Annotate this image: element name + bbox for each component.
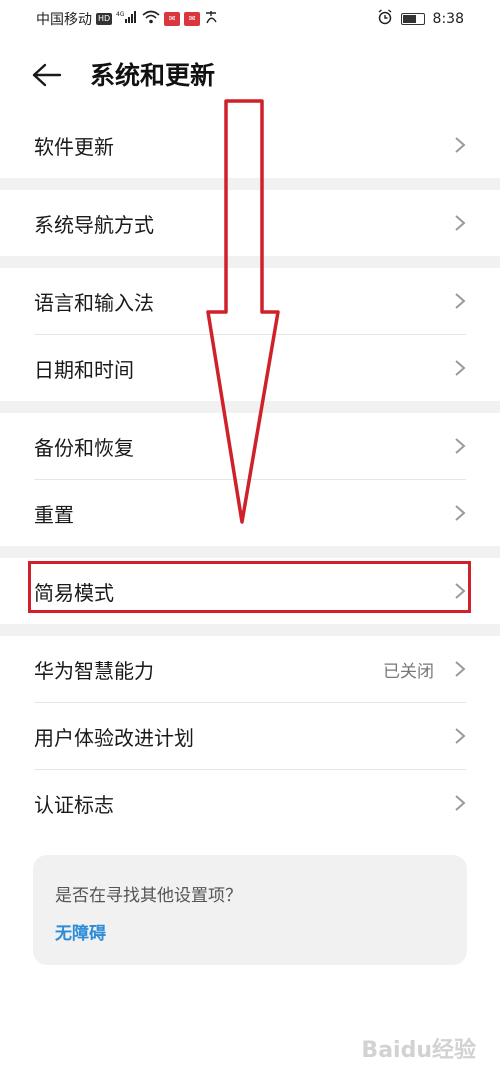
settings-list: 软件更新 系统导航方式 语言和输入法 日期和时间 备份和恢复 重置 简易模式 华为智慧能力 已关… bbox=[0, 112, 500, 836]
chevron-right-icon bbox=[455, 661, 466, 677]
status-time: 8:38 bbox=[432, 11, 464, 27]
app-notification-icon: ✉ bbox=[184, 12, 201, 26]
header: 系统和更新 bbox=[0, 40, 500, 110]
chevron-right-icon bbox=[455, 505, 466, 521]
settings-row-label: 重置 bbox=[34, 502, 74, 527]
status-bar: 中国移动 HD 4G ✉ ✉ 8:38 bbox=[0, 0, 500, 36]
settings-group: 简易模式 bbox=[0, 558, 500, 624]
settings-row[interactable]: 语言和输入法 bbox=[34, 268, 466, 334]
network-type: 4G bbox=[116, 11, 125, 18]
settings-row[interactable]: 用户体验改进计划 bbox=[34, 702, 466, 769]
wifi-icon bbox=[142, 10, 160, 28]
settings-row-label: 系统导航方式 bbox=[34, 212, 154, 237]
group-separator bbox=[0, 178, 500, 190]
settings-row[interactable]: 系统导航方式 bbox=[34, 190, 466, 256]
settings-row[interactable]: 认证标志 bbox=[34, 769, 466, 836]
chevron-right-icon bbox=[455, 728, 466, 744]
chevron-right-icon bbox=[455, 795, 466, 811]
signal-icon: 4G bbox=[116, 10, 138, 28]
settings-row[interactable]: 备份和恢复 bbox=[34, 413, 466, 479]
settings-row-label: 软件更新 bbox=[34, 134, 114, 159]
settings-group: 系统导航方式 bbox=[0, 190, 500, 256]
chevron-right-icon bbox=[455, 360, 466, 376]
settings-row-label: 简易模式 bbox=[34, 580, 114, 605]
app-notification-icon: ✉ bbox=[164, 12, 181, 26]
battery-icon bbox=[400, 13, 425, 25]
group-separator bbox=[0, 401, 500, 413]
settings-row[interactable]: 华为智慧能力 已关闭 bbox=[34, 636, 466, 702]
suggestion-question: 是否在寻找其他设置项？ bbox=[55, 886, 242, 906]
settings-row[interactable]: 重置 bbox=[34, 479, 466, 546]
settings-row-label: 语言和输入法 bbox=[34, 290, 154, 315]
chevron-right-icon bbox=[455, 438, 466, 454]
accessibility-link[interactable]: 无障碍 bbox=[55, 919, 106, 944]
settings-row-label: 华为智慧能力 bbox=[34, 658, 154, 683]
back-button[interactable] bbox=[30, 58, 66, 94]
settings-row-label: 备份和恢复 bbox=[34, 435, 134, 460]
group-separator bbox=[0, 624, 500, 636]
settings-group: 备份和恢复 重置 bbox=[0, 413, 500, 546]
group-separator bbox=[0, 546, 500, 558]
settings-row-label: 日期和时间 bbox=[34, 357, 134, 382]
payment-app-icon bbox=[204, 10, 218, 28]
settings-group: 软件更新 bbox=[0, 112, 500, 178]
settings-group: 华为智慧能力 已关闭用户体验改进计划 认证标志 bbox=[0, 636, 500, 836]
chevron-right-icon bbox=[455, 137, 466, 153]
group-separator bbox=[0, 256, 500, 268]
settings-row[interactable]: 简易模式 bbox=[34, 558, 466, 624]
settings-row-label: 用户体验改进计划 bbox=[34, 725, 194, 750]
watermark: Baidu经验 bbox=[361, 1038, 476, 1063]
alarm-icon bbox=[377, 9, 393, 29]
chevron-right-icon bbox=[455, 583, 466, 599]
chevron-right-icon bbox=[455, 293, 466, 309]
settings-group: 语言和输入法 日期和时间 bbox=[0, 268, 500, 401]
settings-row[interactable]: 软件更新 bbox=[34, 112, 466, 178]
page-title: 系统和更新 bbox=[90, 61, 216, 90]
suggestion-card: 是否在寻找其他设置项？ 无障碍 bbox=[33, 855, 467, 965]
chevron-right-icon bbox=[455, 215, 466, 231]
carrier-name: 中国移动 bbox=[36, 12, 92, 28]
settings-row-value: 已关闭 bbox=[383, 661, 434, 682]
settings-row[interactable]: 日期和时间 bbox=[34, 334, 466, 401]
arrow-left-icon bbox=[32, 63, 62, 87]
settings-row-label: 认证标志 bbox=[34, 792, 114, 817]
hd-icon: HD bbox=[96, 13, 113, 25]
